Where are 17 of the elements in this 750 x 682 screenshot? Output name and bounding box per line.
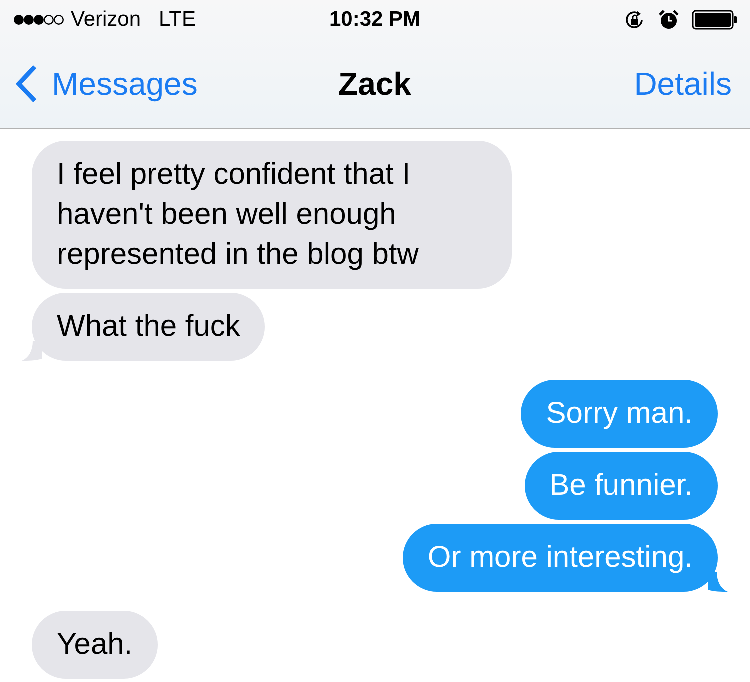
clock-time: 10:32 PM <box>329 8 421 32</box>
battery-icon <box>692 10 738 30</box>
details-button[interactable]: Details <box>634 66 732 102</box>
contact-name: Zack <box>338 66 412 102</box>
alarm-icon <box>658 9 680 31</box>
bubble-tail-icon <box>708 572 728 592</box>
carrier-name: Verizon <box>71 8 142 32</box>
message-bubble: I feel pretty confident that I haven't been well enough represented in the blog btw <box>32 141 512 289</box>
message-bubble: Yeah. <box>32 611 158 679</box>
back-button[interactable]: Messages <box>16 65 198 103</box>
message-bubble: Sorry man. <box>521 380 718 448</box>
chevron-left-icon <box>16 65 38 103</box>
rotation-lock-icon <box>624 9 646 31</box>
signal-icon <box>13 14 65 26</box>
message-bubble: Be funnier. <box>524 452 718 520</box>
network-type: LTE <box>159 8 196 32</box>
bubble-tail-icon <box>22 341 42 361</box>
